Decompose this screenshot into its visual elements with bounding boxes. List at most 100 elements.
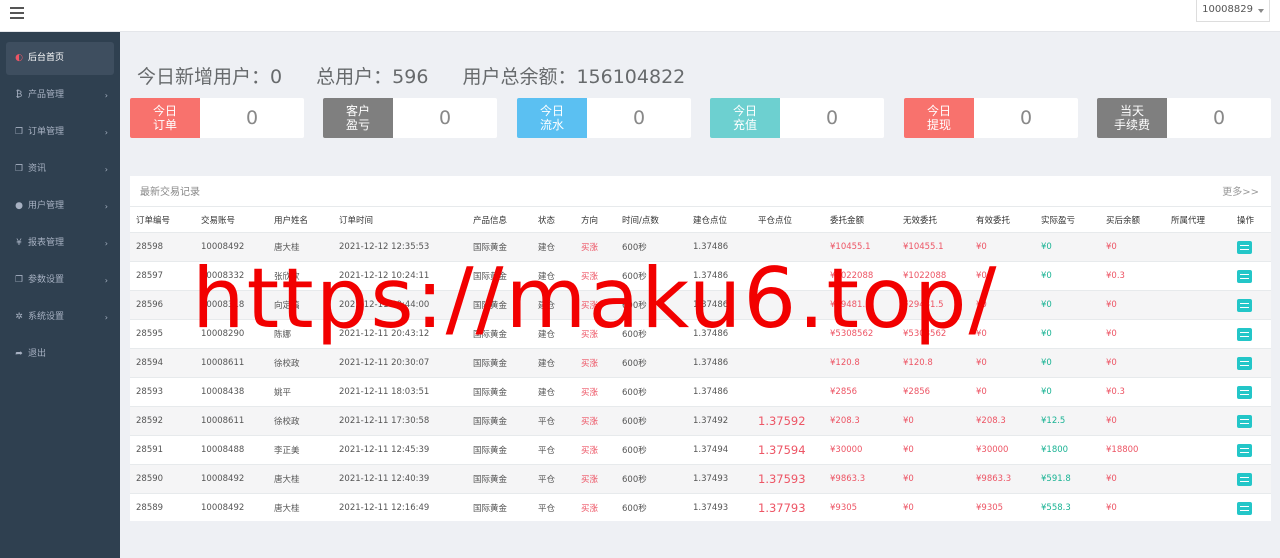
table-cell — [752, 290, 824, 320]
table-cell: ¥0 — [1035, 232, 1100, 262]
table-cell: 1.37594 — [752, 435, 824, 465]
stat-card-label: 今日 提现 — [904, 98, 974, 138]
table-cell-action — [1231, 319, 1271, 349]
stat-card: 今日 提现 0 — [904, 98, 1078, 138]
table-cell: ¥1800 — [1035, 435, 1100, 465]
table-cell — [1165, 319, 1231, 349]
table-cell: 1.37493 — [687, 464, 752, 494]
chevron-right-icon: › — [104, 276, 108, 285]
table-cell: 建仓 — [532, 377, 575, 407]
more-link[interactable]: 更多>> — [1222, 183, 1259, 198]
table-cell: ¥0 — [1100, 348, 1165, 378]
column-header: 订单编号 — [130, 206, 195, 233]
sidebar-item-label: 退出 — [28, 349, 47, 359]
column-header: 用户姓名 — [268, 206, 333, 233]
sidebar-item-3[interactable]: ❐ 资讯 › — [6, 153, 114, 186]
table-cell: 1.37793 — [752, 493, 824, 523]
table-cell: 平仓 — [532, 406, 575, 436]
table-cell: 1.37486 — [687, 290, 752, 320]
list-icon[interactable] — [1237, 443, 1252, 457]
table-cell: 陈娜 — [268, 319, 333, 349]
table-cell: ¥0.3 — [1100, 377, 1165, 407]
table-cell: 28590 — [130, 464, 195, 494]
table-cell: ¥29481.5 — [897, 290, 970, 320]
sidebar-item-5[interactable]: ¥ 报表管理 › — [6, 227, 114, 260]
table-cell: ¥2856 — [897, 377, 970, 407]
table-cell: ¥0 — [1100, 232, 1165, 262]
table-cell: 1.37493 — [687, 493, 752, 523]
yen-icon: ¥ — [16, 238, 22, 248]
table-cell: ¥0 — [970, 261, 1035, 291]
sidebar-item-7[interactable]: ✲ 系统设置 › — [6, 301, 114, 334]
user-dropdown[interactable]: 10008829 — [1196, 0, 1270, 22]
sidebar-item-2[interactable]: ❐ 订单管理 › — [6, 116, 114, 149]
list-icon[interactable] — [1237, 472, 1252, 486]
table-cell: 建仓 — [532, 261, 575, 291]
sidebar-item-1[interactable]: ₿ 产品管理 › — [6, 79, 114, 112]
table-cell: 国际黄金 — [467, 435, 532, 465]
table-cell: 1.37492 — [687, 406, 752, 436]
table-cell: 28589 — [130, 493, 195, 523]
table-cell: ¥0 — [1100, 290, 1165, 320]
table-row: 28592 10008611 徐校政 2021-12-11 17:30:58 国际黄金平… — [130, 406, 1271, 436]
table-cell — [1165, 232, 1231, 262]
list-icon[interactable] — [1237, 240, 1252, 254]
table-cell: ¥5308562 — [824, 319, 897, 349]
table-cell: ¥2856 — [824, 377, 897, 407]
list-icon[interactable] — [1237, 269, 1252, 283]
list-icon[interactable] — [1237, 385, 1252, 399]
table-cell-action — [1231, 348, 1271, 378]
list-icon[interactable] — [1237, 501, 1252, 515]
sidebar-item-label: 系统设置 — [28, 312, 65, 322]
table-cell: ¥12.5 — [1035, 406, 1100, 436]
list-icon[interactable] — [1237, 414, 1252, 428]
sidebar-item-4[interactable]: ● 用户管理 › — [6, 190, 114, 223]
table-cell: ¥9305 — [824, 493, 897, 523]
sign-out-icon: ➦ — [15, 349, 23, 359]
list-icon[interactable] — [1237, 356, 1252, 370]
table-cell: 28593 — [130, 377, 195, 407]
sidebar-item-8[interactable]: ➦ 退出 — [6, 338, 114, 371]
table-cell: 国际黄金 — [467, 377, 532, 407]
sidebar-item-6[interactable]: ❐ 参数设置 › — [6, 264, 114, 297]
table-cell: ¥0 — [897, 435, 970, 465]
table-cell: ¥208.3 — [824, 406, 897, 436]
table-cell: 2021-12-12 12:35:53 — [333, 232, 467, 262]
table-cell: ¥10455.1 — [824, 232, 897, 262]
copy-icon: ❐ — [14, 127, 24, 137]
sidebar-item-label: 订单管理 — [28, 127, 65, 137]
sidebar-item-0[interactable]: ◐ 后台首页 — [6, 42, 114, 75]
table-cell: 1.37486 — [687, 261, 752, 291]
table-cell: 1.37486 — [687, 377, 752, 407]
column-header: 有效委托 — [970, 206, 1035, 233]
stat-card-label: 今日 订单 — [130, 98, 200, 138]
table-cell: 600秒 — [616, 348, 687, 378]
table-cell: 建仓 — [532, 348, 575, 378]
list-icon[interactable] — [1237, 298, 1252, 312]
list-icon[interactable] — [1237, 327, 1252, 341]
table-cell: ¥30000 — [970, 435, 1035, 465]
table-cell — [1165, 435, 1231, 465]
new-users-stat: 今日新增用户：0 — [137, 66, 283, 88]
table-cell — [752, 377, 824, 407]
latest-trades-panel: 最新交易记录 更多>> 订单编号 交易账号 用户姓名 订单时间 产品信息 状态 方向 时间/点… — [130, 176, 1271, 523]
sidebar-item-label: 产品管理 — [28, 90, 65, 100]
table-row: 28596 10008318 向定稿 2021-12-11 20:44:00 国际黄金建… — [130, 290, 1271, 320]
hamburger-icon[interactable] — [10, 7, 24, 19]
caret-down-icon — [1258, 9, 1264, 13]
table-row: 28593 10008438 姚平 2021-12-11 18:03:51 国际黄金 建仓… — [130, 377, 1271, 407]
table-cell: ¥9305 — [970, 493, 1035, 523]
table-cell: ¥9863.3 — [970, 464, 1035, 494]
table-cell: 唐大桂 — [268, 464, 333, 494]
table-cell: 28595 — [130, 319, 195, 349]
table-cell: 国际黄金 — [467, 232, 532, 262]
table-cell: ¥0 — [970, 319, 1035, 349]
table-row: 28591 10008488 李正美 2021-12-11 12:45:39 国际黄金平… — [130, 435, 1271, 465]
stat-card-label: 当天 手续费 — [1097, 98, 1167, 138]
column-header: 操作 — [1231, 206, 1271, 233]
table-cell — [1165, 261, 1231, 291]
table-body: 28598 10008492 唐大桂 2021-12-12 12:35:53 国际黄金建… — [130, 232, 1271, 523]
table-cell: ¥0 — [970, 290, 1035, 320]
table-cell: 买涨 — [575, 377, 616, 407]
table-cell: ¥0 — [897, 493, 970, 523]
